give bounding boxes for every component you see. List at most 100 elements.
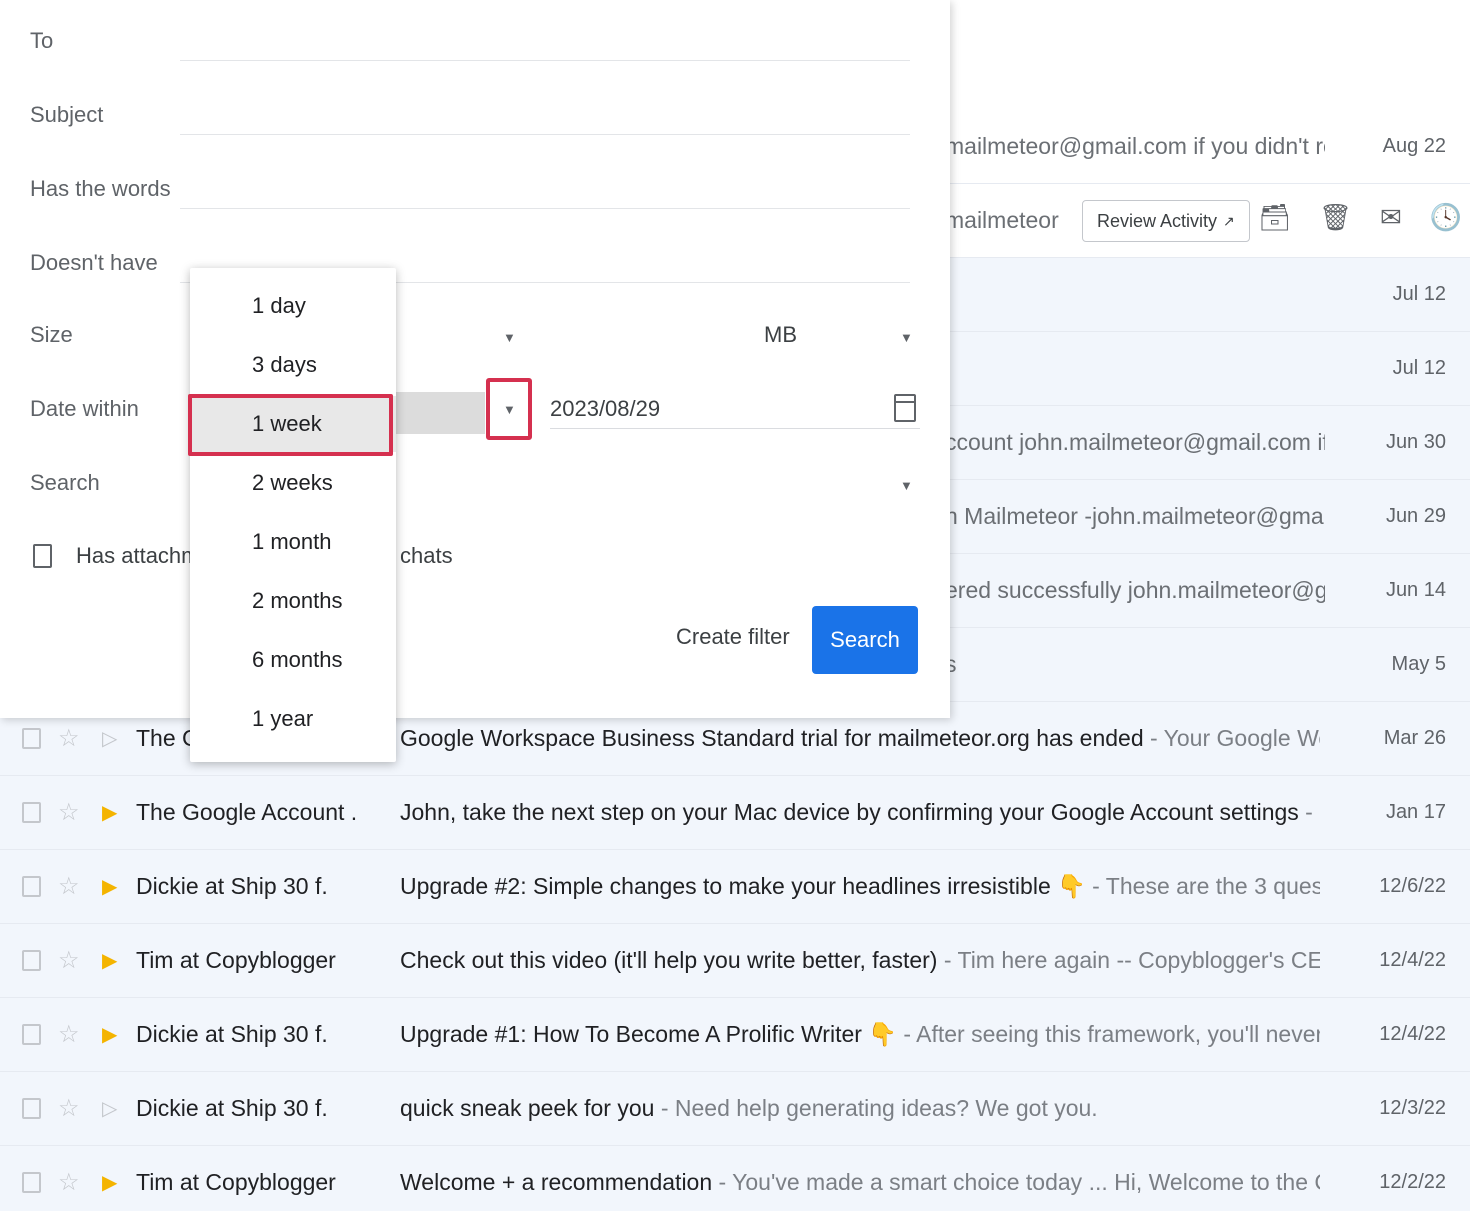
row-date: Jul 12 xyxy=(1392,283,1446,305)
create-filter-button[interactable]: Create filter xyxy=(676,624,790,650)
row-message: Welcome + a recommendation - You've made… xyxy=(400,1169,1320,1196)
row-message: Upgrade #1: How To Become A Prolific Wri… xyxy=(400,1021,1320,1048)
menu-item-2-months[interactable]: 2 months xyxy=(190,573,396,629)
delete-icon[interactable]: 🗑 xyxy=(1319,202,1352,233)
subject-field[interactable] xyxy=(180,134,910,135)
row-snippet: - These are the 3 questions every killer… xyxy=(1092,873,1320,899)
row-checkbox[interactable] xyxy=(22,950,41,971)
row-snippet: n Mailmeteor -john.mailmeteor@gmail.co..… xyxy=(945,503,1325,529)
row-date: Mar 26 xyxy=(1383,727,1446,749)
date-within-dropdown-button[interactable]: ▼ xyxy=(486,378,532,440)
row-sender: Tim at Copyblogger xyxy=(136,1169,336,1195)
row-sender: Dickie at Ship 30 f. xyxy=(136,873,328,899)
has-attachment-checkbox[interactable] xyxy=(33,544,52,568)
star-icon[interactable]: ☆ xyxy=(58,1094,80,1123)
mark-unread-icon[interactable]: ✉ xyxy=(1380,202,1402,233)
row-snippet: - You've made a smart choice today ... H… xyxy=(718,1169,1320,1195)
menu-item-1-month[interactable]: 1 month xyxy=(190,514,396,570)
chevron-down-icon: ▼ xyxy=(503,402,516,417)
row-message: Check out this video (it'll help you wri… xyxy=(400,947,1320,974)
menu-item-6-months[interactable]: 6 months xyxy=(190,632,396,688)
row-checkbox[interactable] xyxy=(22,802,41,823)
important-marker-icon[interactable]: ▷ xyxy=(102,1096,117,1121)
to-label: To xyxy=(30,28,54,53)
important-marker-icon[interactable]: ▶ xyxy=(102,800,117,825)
row-date: 12/4/22 xyxy=(1379,1023,1446,1045)
row-hover-actions: 🗃 🗑 ✉ 🕓 xyxy=(1258,202,1462,233)
doesnt-have-label: Doesn't have xyxy=(30,250,158,275)
search-scope-chevron-down-icon[interactable]: ▼ xyxy=(900,478,913,493)
star-icon[interactable]: ☆ xyxy=(58,1020,80,1049)
star-icon[interactable]: ☆ xyxy=(58,1168,80,1197)
row-snippet: ered successfully john.mailmeteor@gmail.… xyxy=(945,577,1325,603)
search-button[interactable]: Search xyxy=(812,606,918,674)
row-subject: John, take the next step on your Mac dev… xyxy=(400,799,1299,825)
size-label: Size xyxy=(30,322,73,347)
important-marker-icon[interactable]: ▶ xyxy=(102,948,117,973)
row-checkbox[interactable] xyxy=(22,876,41,897)
table-row[interactable]: ☆ ▶ Tim at Copyblogger Welcome + a recom… xyxy=(0,1146,1470,1211)
calendar-icon[interactable] xyxy=(894,394,916,422)
table-row[interactable]: ☆ ▶ Dickie at Ship 30 f. Upgrade #2: Sim… xyxy=(0,850,1470,924)
date-input-underline xyxy=(550,428,920,429)
selected-option-highlight xyxy=(188,394,393,456)
important-marker-icon[interactable]: ▷ xyxy=(102,726,117,751)
date-within-select[interactable] xyxy=(395,392,485,434)
star-icon[interactable]: ☆ xyxy=(58,798,80,827)
date-within-label: Date within xyxy=(30,396,139,421)
row-snippet: - After seeing this framework, you'll ne… xyxy=(903,1021,1320,1047)
date-within-menu: 1 day 3 days 1 week 2 weeks 1 month 2 mo… xyxy=(190,268,396,762)
has-attachment-label: Has attachment xyxy=(76,543,191,568)
open-in-new-icon: ↗ xyxy=(1223,212,1235,229)
row-checkbox[interactable] xyxy=(22,1172,41,1193)
menu-item-1-day[interactable]: 1 day xyxy=(190,278,396,334)
row-sender: Dickie at Ship 30 f. xyxy=(136,1095,328,1121)
menu-item-2-weeks[interactable]: 2 weeks xyxy=(190,455,396,511)
size-unit-select[interactable]: MB xyxy=(764,322,797,348)
row-subject: Upgrade #2: Simple changes to make your … xyxy=(400,873,1086,899)
size-unit-chevron-down-icon[interactable]: ▼ xyxy=(900,330,913,345)
snooze-icon[interactable]: 🕓 xyxy=(1430,202,1462,233)
menu-item-1-year[interactable]: 1 year xyxy=(190,691,396,747)
row-date: Jun 14 xyxy=(1385,579,1446,601)
row-sender: The Google Account . xyxy=(136,799,358,825)
has-words-field[interactable] xyxy=(180,208,910,209)
star-icon[interactable]: ☆ xyxy=(58,946,80,975)
row-snippet: mailmeteor ... xyxy=(945,207,1065,233)
archive-icon[interactable]: 🗃 xyxy=(1258,202,1291,233)
table-row[interactable]: ☆ ▶ Dickie at Ship 30 f. Upgrade #1: How… xyxy=(0,998,1470,1072)
row-message: Google Workspace Business Standard trial… xyxy=(400,725,1320,752)
row-date: Jun 29 xyxy=(1385,505,1446,527)
to-field[interactable] xyxy=(180,60,910,61)
table-row[interactable]: ☆ ▶ Tim at Copyblogger Check out this vi… xyxy=(0,924,1470,998)
important-marker-icon[interactable]: ▶ xyxy=(102,874,117,899)
star-icon[interactable]: ☆ xyxy=(58,724,80,753)
advanced-search-panel: To Subject Has the words Doesn't have Si… xyxy=(0,0,950,718)
row-date: Aug 22 xyxy=(1382,135,1446,157)
row-date: May 5 xyxy=(1391,653,1446,675)
important-marker-icon[interactable]: ▶ xyxy=(102,1170,117,1195)
menu-item-3-days[interactable]: 3 days xyxy=(190,337,396,393)
review-activity-button[interactable]: Review Activity ↗ xyxy=(1082,200,1250,242)
star-icon[interactable]: ☆ xyxy=(58,872,80,901)
date-input[interactable]: 2023/08/29 xyxy=(550,396,660,422)
gmail-screen: mailmeteor@gmail.com if you didn't remov… xyxy=(0,0,1470,1211)
size-operator-chevron-down-icon[interactable]: ▼ xyxy=(503,330,516,345)
row-checkbox[interactable] xyxy=(22,1098,41,1119)
row-checkbox[interactable] xyxy=(22,728,41,749)
row-snippet: - Need help generating ideas? We got you… xyxy=(654,1095,1098,1121)
important-marker-icon[interactable]: ▶ xyxy=(102,1022,117,1047)
exclude-chats-label: chats xyxy=(400,543,453,568)
search-scope-label: Search xyxy=(30,470,100,495)
row-date: 12/2/22 xyxy=(1379,1171,1446,1193)
row-message: Upgrade #2: Simple changes to make your … xyxy=(400,873,1320,900)
row-checkbox[interactable] xyxy=(22,1024,41,1045)
table-row[interactable]: ☆ ▷ Dickie at Ship 30 f. quick sneak pee… xyxy=(0,1072,1470,1146)
table-row[interactable]: ☆ ▶ The Google Account . John, take the … xyxy=(0,776,1470,850)
row-date: 12/6/22 xyxy=(1379,875,1446,897)
row-date: 12/3/22 xyxy=(1379,1097,1446,1119)
row-subject: Welcome + a recommendation xyxy=(400,1169,713,1195)
row-subject: Check out this video (it'll help you wri… xyxy=(400,947,938,973)
row-snippet: ccount john.mailmeteor@gmail.com if you … xyxy=(945,429,1325,455)
row-subject: Google Workspace Business Standard trial… xyxy=(400,725,1144,751)
